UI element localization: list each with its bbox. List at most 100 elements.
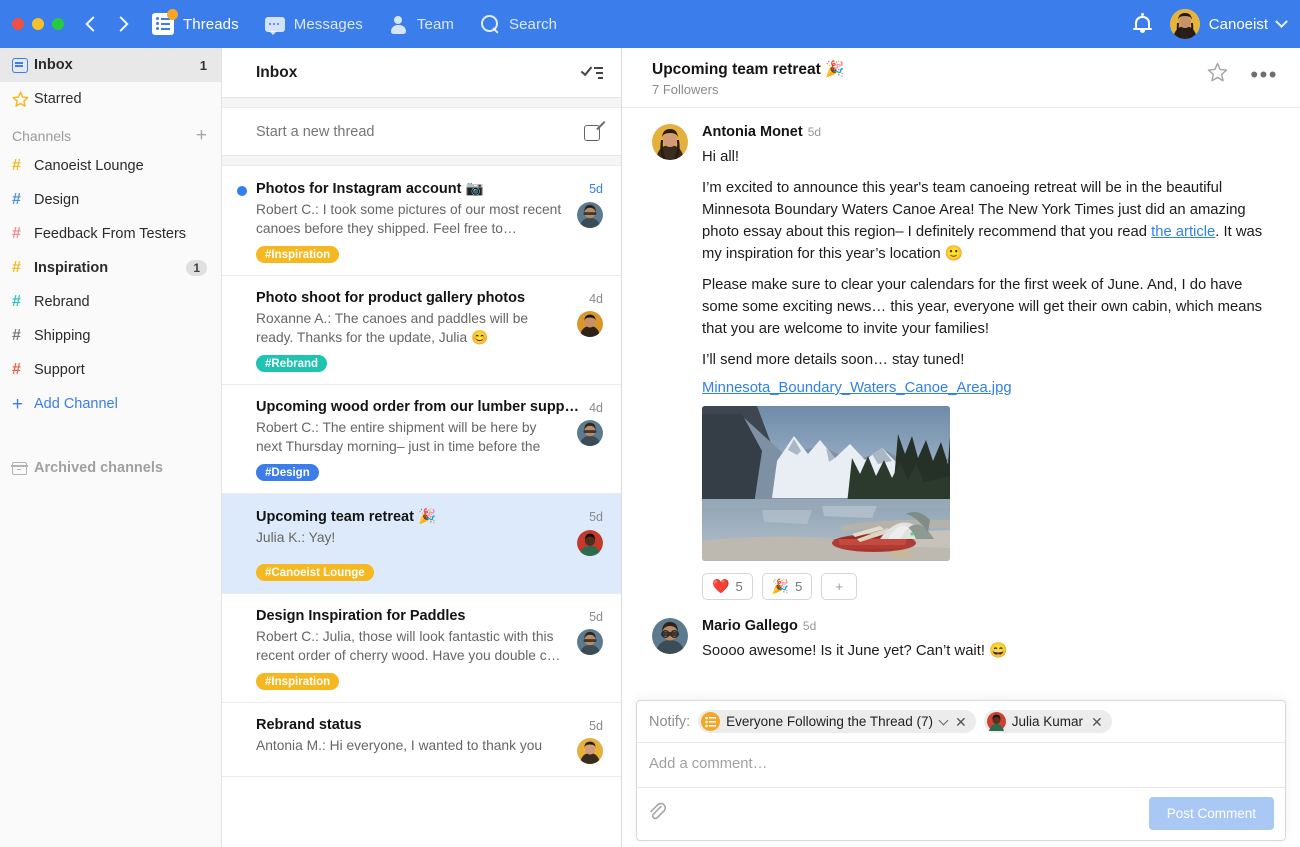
start-new-thread-row[interactable]: Start a new thread [222,108,621,156]
message-paragraph: I’ll send more details soon… stay tuned! [702,349,1278,371]
thread-list-title: Inbox [256,64,297,82]
thread-item-snippet: Robert C.: I took some pictures of our m… [256,200,577,238]
sidebar-item-archived-channels[interactable]: Archived channels [0,451,221,485]
thread-followers-count: 7 Followers [652,82,1207,97]
history-navigation [84,13,130,35]
thread-list-item[interactable]: Upcoming wood order from our lumber supp… [222,385,621,494]
sidebar-item-starred[interactable]: Starred [0,82,221,116]
heart-icon: ❤️ [712,578,729,595]
star-icon [12,91,34,108]
chevron-down-icon[interactable] [939,715,949,725]
top-bar-right: Canoeist [1133,9,1286,39]
plus-icon: + [12,395,34,414]
message-paragraph: Soooo awesome! Is it June yet? Can’t wai… [702,640,1278,662]
avatar [577,420,603,446]
thread-item-tag[interactable]: #Canoeist Lounge [256,564,374,581]
attachment-link[interactable]: Minnesota_Boundary_Waters_Canoe_Area.jpg [702,380,1278,396]
thread-list-item[interactable]: Rebrand status5dAntonia M.: Hi everyone,… [222,703,621,777]
notify-chip-julia-kumar[interactable]: Julia Kumar ✕ [984,710,1112,733]
nav-threads-label: Threads [183,16,239,33]
notify-chip-label: Everyone Following the Thread (7) [726,714,933,729]
thread-list-item[interactable]: Design Inspiration for Paddles5dRobert C… [222,594,621,703]
thread-item-title: Photos for Instagram account 📷 [256,180,589,197]
notify-chip-label: Julia Kumar [1012,714,1083,729]
notify-row: Notify: Everyone Following the Thread (7… [637,701,1285,743]
main-body: Inbox 1 Starred Channels + #Canoeist Lou… [0,48,1300,847]
thread-item-snippet: Antonia M.: Hi everyone, I wanted to tha… [256,736,577,755]
nav-messages-label: Messages [294,16,363,33]
sidebar-channel-count: 1 [186,260,207,276]
thread-item-tag[interactable]: #Design [256,464,319,481]
team-icon [389,15,408,34]
threads-badge-icon [167,9,178,20]
sidebar-item-add-channel[interactable]: + Add Channel [0,387,221,421]
thread-list-scroll[interactable]: Photos for Instagram account 📷 5d Robert C… [222,166,621,847]
nav-messages[interactable]: Messages [265,16,363,33]
thread-list-spacer [222,98,621,108]
thread-item-tag[interactable]: #Inspiration [256,673,339,690]
thread-list-item[interactable]: Photo shoot for product gallery photos4d… [222,276,621,385]
more-options-icon[interactable]: ••• [1250,64,1278,86]
minimize-window-button[interactable] [32,18,44,30]
sidebar-item-channel[interactable]: #Shipping [0,319,221,353]
comment-composer: Notify: Everyone Following the Thread (7… [636,700,1286,841]
post-comment-button[interactable]: Post Comment [1149,797,1274,830]
thread-list-item[interactable]: Upcoming team retreat 🎉5dJulia K.: Yay!#… [222,494,621,594]
message-paragraph: Please make sure to clear your calendars… [702,274,1278,340]
nav-threads[interactable]: Threads [152,13,239,35]
add-channel-plus-icon[interactable]: + [196,126,207,145]
reaction-party[interactable]: 🎉 5 [762,573,813,600]
sidebar-item-channel[interactable]: #Feedback From Testers [0,217,221,251]
message-author-name: Mario Gallego [702,618,798,634]
message-paragraph: I’m excited to announce this year's team… [702,177,1278,265]
archived-channels-label: Archived channels [34,460,207,476]
paperclip-icon[interactable] [648,801,666,827]
thread-item-tag[interactable]: #Inspiration [256,246,339,263]
sidebar-item-channel[interactable]: #Design [0,183,221,217]
user-avatar [1170,9,1200,39]
reaction-heart[interactable]: ❤️ 5 [702,573,753,600]
nav-search[interactable]: Search [480,14,557,34]
compose-icon[interactable] [584,122,603,141]
maximize-window-button[interactable] [52,18,64,30]
thread-item-tag[interactable]: #Rebrand [256,355,327,372]
back-button[interactable] [84,13,100,35]
mark-all-read-icon[interactable] [581,65,603,81]
thread-item-snippet: Roxanne A.: The canoes and paddles will … [256,309,577,347]
sidebar-item-starred-label: Starred [34,91,207,107]
sidebar-item-inbox[interactable]: Inbox 1 [0,48,221,82]
person-avatar [987,712,1006,731]
sidebar-item-channel[interactable]: #Rebrand [0,285,221,319]
comment-input[interactable]: Add a comment… [637,743,1285,788]
close-icon[interactable]: ✕ [1091,715,1103,729]
threads-icon [152,13,174,35]
article-link[interactable]: the article [1151,224,1215,240]
composer-footer: Post Comment [637,788,1285,840]
group-icon [701,712,720,731]
sidebar-channel-label: Rebrand [34,294,207,310]
attached-photo[interactable] [702,406,950,561]
bell-icon[interactable] [1133,14,1152,35]
reaction-count: 5 [795,579,802,594]
sidebar-item-inbox-label: Inbox [34,57,200,73]
close-window-button[interactable] [12,18,24,30]
reaction-bar: ❤️ 5 🎉 5 + [702,573,1278,600]
add-reaction-button[interactable]: + [821,573,857,600]
thread-list-panel: Inbox Start a new thread Photos for Inst… [222,48,622,847]
thread-item-snippet: Julia K.: Yay! [256,528,577,547]
sidebar-item-channel[interactable]: #Canoeist Lounge [0,149,221,183]
notify-chip-everyone[interactable]: Everyone Following the Thread (7) ✕ [698,710,976,733]
nav-team[interactable]: Team [389,15,454,34]
thread-item-title: Rebrand status [256,717,589,733]
hash-icon: # [12,260,34,276]
close-icon[interactable]: ✕ [955,715,967,729]
thread-list-spacer-2 [222,156,621,166]
sidebar-inbox-count: 1 [200,58,207,73]
user-menu[interactable]: Canoeist [1170,9,1286,39]
sidebar-item-channel[interactable]: #Inspiration1 [0,251,221,285]
star-outline-icon[interactable] [1207,62,1228,88]
forward-button[interactable] [114,13,130,35]
thread-item-time: 5d [589,508,603,524]
thread-list-item[interactable]: Photos for Instagram account 📷5dRobert C… [222,166,621,276]
sidebar-item-channel[interactable]: #Support [0,353,221,387]
